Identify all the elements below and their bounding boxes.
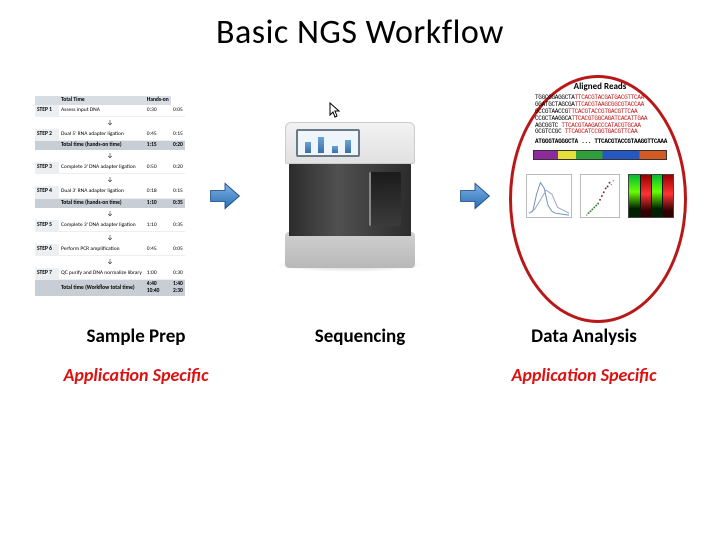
table-row: STEP 4Dual 3' RNA adapter ligation0:180:… (35, 186, 185, 198)
table-row: STEP 2Dual 5' RNA adapter ligation0:450:… (35, 129, 185, 141)
table-row: STEP 6Perform PCR amplification0:450:05 (35, 244, 185, 256)
sequencer-screen (296, 129, 360, 157)
analysis-thumb-curve (526, 174, 572, 218)
sequencer-machine (265, 116, 435, 276)
application-specific-row: Application Specific . Application Speci… (0, 364, 720, 386)
sequencer-column (265, 116, 435, 276)
sample-prep-column: Total TimeHands-on STEP 1Assess input DN… (35, 96, 185, 297)
table-row: STEP 1Assess input DNA0:300:05 (35, 105, 185, 117)
table-row: STEP 5Complete 3' DNA adapter ligation1:… (35, 220, 185, 232)
analysis-thumb-scatter (580, 174, 620, 218)
label-data-analysis: Data Analysis (484, 325, 684, 348)
page-title: Basic NGS Workflow (0, 12, 720, 53)
tag-data-analysis: Application Specific (484, 364, 684, 386)
aligned-reads-title: Aligned Reads (520, 81, 680, 92)
tag-sample-prep: Application Specific (36, 364, 236, 386)
flow-arrow-icon (207, 178, 243, 214)
stage-labels: Sample Prep Sequencing Data Analysis (0, 325, 720, 348)
table-row: STEP 7QC purify and DNA normalize librar… (35, 268, 185, 280)
sample-prep-table: Total TimeHands-on STEP 1Assess input DN… (35, 96, 185, 297)
reference-track (533, 150, 667, 160)
flow-arrow-icon (457, 178, 493, 214)
label-sample-prep: Sample Prep (36, 325, 236, 348)
data-analysis-column: Aligned Reads TGGCGGAGGCTATTCACGTACGATGA… (515, 81, 685, 311)
label-sequencing: Sequencing (260, 325, 460, 348)
table-row: STEP 3Complete 3' DNA adapter ligation0:… (35, 162, 185, 174)
aligned-reads: TGGCGGAGGCTATTCACGTACGATGACGTTCAA GGATGC… (535, 95, 665, 146)
analysis-thumb-gel (628, 174, 674, 218)
workflow-row: Total TimeHands-on STEP 1Assess input DN… (0, 81, 720, 311)
